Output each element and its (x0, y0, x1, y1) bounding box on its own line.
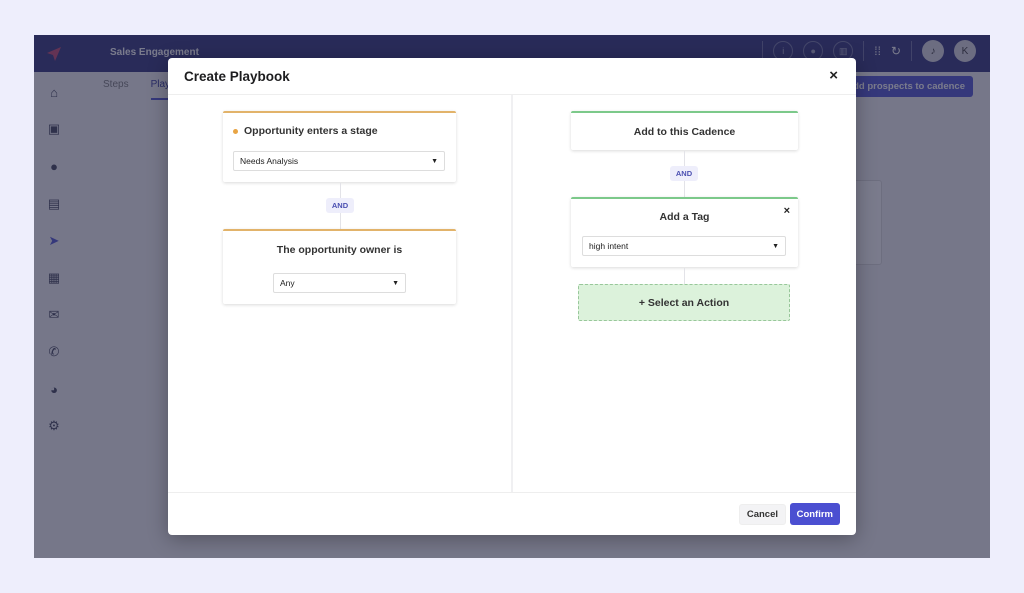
owner-select[interactable]: Any ▼ (273, 273, 406, 293)
and-badge: AND (670, 166, 698, 181)
select-action-button[interactable]: + Select an Action (578, 284, 790, 321)
owner-trigger-card: The opportunity owner is Any ▼ (223, 229, 456, 304)
tag-action-card: Add a Tag × high intent ▼ (571, 197, 798, 267)
cadence-action-card: Add to this Cadence (571, 111, 798, 150)
cadence-action-title: Add to this Cadence (633, 126, 736, 138)
modal-footer: Cancel Confirm (168, 492, 856, 535)
modal-title: Create Playbook (184, 69, 290, 84)
stage-trigger-title: Opportunity enters a stage (244, 125, 378, 137)
confirm-button[interactable]: Confirm (789, 503, 840, 525)
cancel-button[interactable]: Cancel (738, 504, 786, 525)
and-badge: AND (326, 198, 354, 213)
remove-action-close-icon[interactable]: × (784, 205, 790, 217)
modal-body: Opportunity enters a stage Needs Analysi… (168, 95, 856, 492)
tag-select[interactable]: high intent ▼ (582, 236, 786, 256)
owner-select-value: Any (280, 278, 295, 288)
create-playbook-modal: Create Playbook × Opportunity enters a s… (168, 58, 856, 535)
stage-select[interactable]: Needs Analysis ▼ (233, 151, 445, 171)
status-dot-icon (233, 128, 238, 134)
stage-select-value: Needs Analysis (240, 156, 299, 166)
chevron-down-icon: ▼ (392, 279, 399, 287)
chevron-down-icon: ▼ (431, 157, 438, 165)
modal-header: Create Playbook × (168, 58, 856, 95)
stage-trigger-card: Opportunity enters a stage Needs Analysi… (223, 111, 456, 182)
tag-action-title: Add a Tag (659, 211, 710, 223)
owner-trigger-title: The opportunity owner is (276, 244, 403, 256)
tag-select-value: high intent (589, 241, 629, 251)
chevron-down-icon: ▼ (772, 242, 779, 250)
column-divider (511, 95, 513, 492)
connector-line (684, 268, 685, 284)
close-icon[interactable]: × (829, 67, 838, 84)
